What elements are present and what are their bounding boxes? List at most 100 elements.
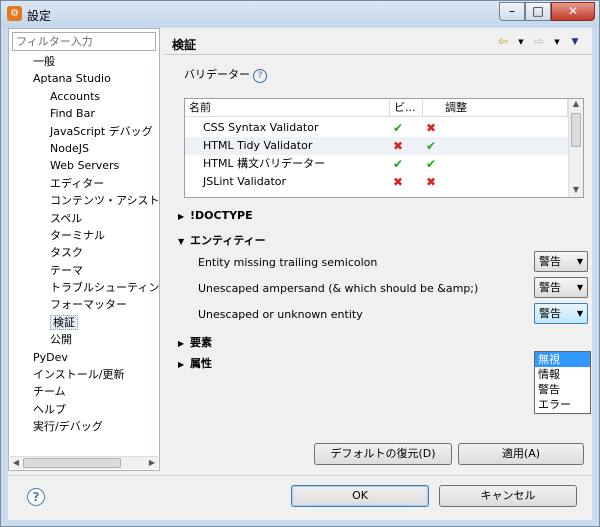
scroll-down-icon[interactable]: ▼ bbox=[569, 185, 583, 197]
dropdown-option[interactable]: 警告 bbox=[535, 382, 590, 397]
table-row[interactable]: HTML Tidy Validator ✖ ✔ bbox=[185, 137, 568, 155]
help-icon[interactable]: ? bbox=[253, 69, 267, 83]
column-header-build[interactable]: ビ... bbox=[390, 99, 423, 117]
page-title: 検証 bbox=[172, 38, 197, 52]
tree-item-pydev[interactable]: PyDev bbox=[9, 349, 159, 366]
validator-name: HTML 構文バリデーター bbox=[203, 157, 326, 170]
gear-icon: ⚙ bbox=[7, 6, 22, 21]
back-menu-icon[interactable]: ▼ bbox=[514, 34, 528, 50]
check-icon[interactable]: ✔ bbox=[426, 155, 436, 173]
tree-item-tasks[interactable]: タスク bbox=[9, 244, 159, 261]
cancel-button[interactable]: キャンセル bbox=[439, 485, 577, 507]
cross-icon[interactable]: ✖ bbox=[393, 173, 403, 191]
chevron-down-icon: ▼ bbox=[576, 257, 583, 266]
scroll-left-icon[interactable]: ◀ bbox=[10, 457, 22, 469]
tree-item-find-bar[interactable]: Find Bar bbox=[9, 105, 159, 122]
option-label: Unescaped ampersand (& which should be &… bbox=[198, 282, 479, 295]
chevron-down-icon: ▼ bbox=[576, 309, 583, 318]
tree-horizontal-scrollbar[interactable]: ◀ ▶ bbox=[10, 456, 158, 469]
tree-item-validation[interactable]: 検証 bbox=[9, 314, 159, 331]
check-icon[interactable]: ✔ bbox=[393, 119, 403, 137]
cross-icon[interactable]: ✖ bbox=[426, 119, 436, 137]
restore-defaults-button[interactable]: デフォルトの復元(D) bbox=[314, 443, 452, 465]
severity-combo-open[interactable]: 警告 ▼ bbox=[534, 303, 588, 324]
dropdown-option[interactable]: 無視 bbox=[535, 352, 590, 367]
tree-item-nodejs[interactable]: NodeJS bbox=[9, 140, 159, 157]
option-label: Unescaped or unknown entity bbox=[198, 308, 363, 321]
maximize-button[interactable]: □ bbox=[525, 2, 551, 21]
tree-item-run-debug[interactable]: 実行/デバッグ bbox=[9, 418, 159, 435]
tree-item-troubleshooting[interactable]: トラブルシューティング bbox=[9, 279, 159, 296]
preferences-tree-panel: フィルター入力 一般 Aptana Studio Accounts Find B… bbox=[8, 28, 160, 471]
tree-item-javascript-debug[interactable]: JavaScript デバッグ bbox=[9, 123, 159, 140]
apply-button[interactable]: 適用(A) bbox=[458, 443, 584, 465]
tree-item-accounts[interactable]: Accounts bbox=[9, 88, 159, 105]
column-header-name[interactable]: 名前 bbox=[185, 99, 390, 117]
column-header-tune[interactable]: 調整 bbox=[423, 99, 568, 117]
tree-item-web-servers[interactable]: Web Servers bbox=[9, 157, 159, 174]
help-icon[interactable]: ? bbox=[27, 488, 45, 506]
severity-combo[interactable]: 警告 ▼ bbox=[534, 251, 588, 272]
minimize-button[interactable]: – bbox=[499, 2, 525, 21]
validator-name: JSLint Validator bbox=[203, 175, 287, 188]
tree-item-help[interactable]: ヘルプ bbox=[9, 401, 159, 418]
table-vertical-scrollbar[interactable]: ▲ ▼ bbox=[568, 99, 583, 197]
tree-item-terminal[interactable]: ターミナル bbox=[9, 227, 159, 244]
expand-icon: ▶ bbox=[178, 212, 185, 221]
ok-button[interactable]: OK bbox=[291, 485, 429, 507]
scroll-thumb[interactable] bbox=[23, 458, 121, 468]
tree-item-editor[interactable]: エディター bbox=[9, 175, 159, 192]
dropdown-option[interactable]: 情報 bbox=[535, 367, 590, 382]
section-attributes[interactable]: ▶ 属性 bbox=[178, 355, 212, 371]
validator-name: CSS Syntax Validator bbox=[203, 121, 319, 134]
expand-icon: ▶ bbox=[178, 360, 185, 369]
window-controls: – □ ✕ bbox=[499, 2, 595, 21]
forward-arrow-icon[interactable]: ⇨ bbox=[532, 34, 546, 50]
section-elements[interactable]: ▶ 要素 bbox=[178, 334, 212, 350]
expand-icon: ▶ bbox=[178, 339, 185, 348]
preferences-tree: 一般 Aptana Studio Accounts Find Bar JavaS… bbox=[9, 53, 159, 436]
title-bar[interactable]: ⚙ 設定 – □ ✕ bbox=[1, 1, 599, 27]
table-row[interactable]: HTML 構文バリデーター ✔ ✔ bbox=[185, 155, 568, 173]
tree-item-theme[interactable]: テーマ bbox=[9, 262, 159, 279]
validators-label: バリデーター? bbox=[184, 66, 267, 83]
tree-item-general[interactable]: 一般 bbox=[9, 53, 159, 70]
scroll-thumb[interactable] bbox=[571, 113, 581, 147]
chevron-down-icon: ▼ bbox=[576, 283, 583, 292]
tree-item-content-assist[interactable]: コンテンツ・アシスト bbox=[9, 192, 159, 209]
tree-item-publish[interactable]: 公開 bbox=[9, 331, 159, 348]
forward-menu-icon[interactable]: ▼ bbox=[550, 34, 564, 50]
preference-page: 検証 ⇦ ▼ ⇨ ▼ ▼ バリデーター? 名前 ビ... 調整 CSS Synt… bbox=[164, 28, 592, 471]
back-arrow-icon[interactable]: ⇦ bbox=[496, 34, 510, 50]
table-row[interactable]: JSLint Validator ✖ ✖ bbox=[185, 173, 568, 191]
collapse-icon: ▼ bbox=[178, 237, 185, 246]
option-label: Entity missing trailing semicolon bbox=[198, 256, 378, 269]
check-icon[interactable]: ✔ bbox=[393, 155, 403, 173]
window-title: 設定 bbox=[27, 9, 52, 23]
footer-separator bbox=[8, 475, 592, 476]
close-button[interactable]: ✕ bbox=[551, 2, 595, 21]
section-entities[interactable]: ▼ エンティティー bbox=[178, 232, 266, 248]
preferences-window: ⚙ 設定 – □ ✕ フィルター入力 一般 Aptana Studio Acco… bbox=[0, 0, 600, 527]
cross-icon[interactable]: ✖ bbox=[426, 173, 436, 191]
dialog-client: フィルター入力 一般 Aptana Studio Accounts Find B… bbox=[8, 28, 592, 520]
tree-item-formatter[interactable]: フォーマッター bbox=[9, 296, 159, 313]
tree-item-team[interactable]: チーム bbox=[9, 383, 159, 400]
view-menu-icon[interactable]: ▼ bbox=[568, 34, 582, 50]
page-nav: ⇦ ▼ ⇨ ▼ ▼ bbox=[496, 34, 582, 50]
severity-combo[interactable]: 警告 ▼ bbox=[534, 277, 588, 298]
filter-input[interactable]: フィルター入力 bbox=[12, 32, 156, 51]
check-icon[interactable]: ✔ bbox=[426, 137, 436, 155]
section-doctype[interactable]: ▶ !DOCTYPE bbox=[178, 209, 253, 222]
table-row[interactable]: CSS Syntax Validator ✔ ✖ bbox=[185, 119, 568, 137]
cross-icon[interactable]: ✖ bbox=[393, 137, 403, 155]
scroll-up-icon[interactable]: ▲ bbox=[569, 99, 583, 111]
scroll-right-icon[interactable]: ▶ bbox=[146, 457, 158, 469]
tree-item-install-update[interactable]: インストール/更新 bbox=[9, 366, 159, 383]
validator-name: HTML Tidy Validator bbox=[203, 139, 313, 152]
severity-dropdown-list: 無視 情報 警告 エラー bbox=[534, 351, 591, 414]
tree-item-spell[interactable]: スペル bbox=[9, 210, 159, 227]
dropdown-option[interactable]: エラー bbox=[535, 397, 590, 412]
tree-item-aptana-studio[interactable]: Aptana Studio bbox=[9, 70, 159, 87]
title-separator bbox=[164, 54, 592, 55]
